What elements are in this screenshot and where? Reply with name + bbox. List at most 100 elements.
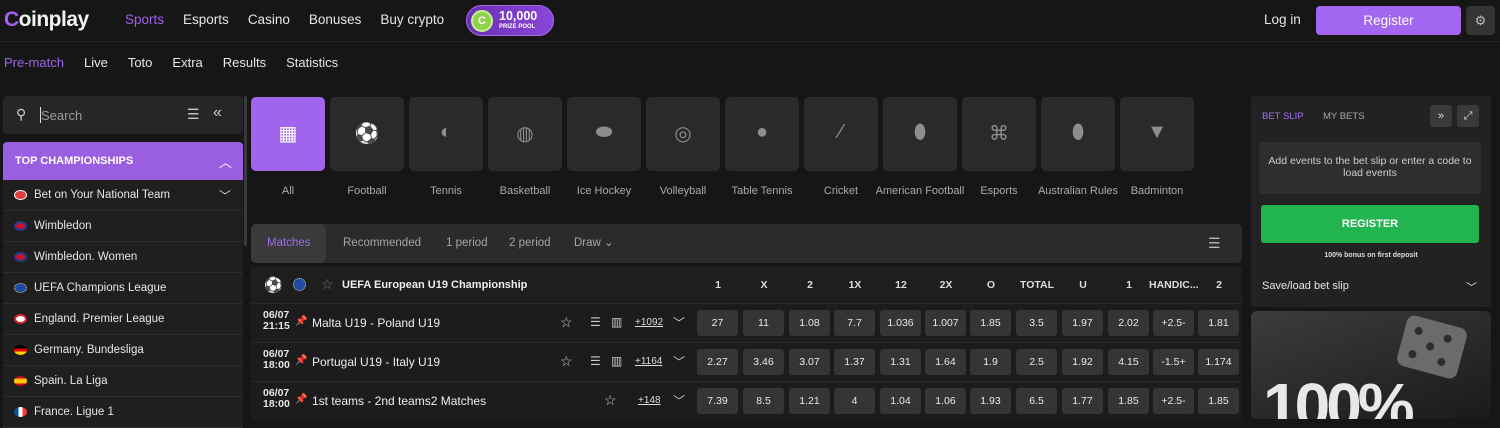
odd-button[interactable]: 7.39 xyxy=(697,388,738,414)
odd-button[interactable]: 11 xyxy=(743,310,784,336)
list-icon[interactable]: ☰ xyxy=(590,315,601,329)
chevron-down-icon[interactable]: ﹀ xyxy=(673,314,685,331)
odd-button[interactable]: 1.64 xyxy=(925,349,966,375)
odd-button[interactable]: 4 xyxy=(834,388,875,414)
tab-statistics[interactable]: Statistics xyxy=(286,55,338,70)
odd-button[interactable]: 3.46 xyxy=(743,349,784,375)
odd-button[interactable]: 2.5 xyxy=(1016,349,1057,375)
odd-button[interactable]: 1.85 xyxy=(970,310,1011,336)
chevron-down-icon[interactable]: ﹀ xyxy=(673,392,685,409)
collapse-icon[interactable]: « xyxy=(213,104,222,122)
odd-button[interactable]: 8.5 xyxy=(743,388,784,414)
stats-icon[interactable]: ▥ xyxy=(611,354,622,368)
odd-button[interactable]: 1.77 xyxy=(1062,388,1103,414)
odd-button[interactable]: 1.9 xyxy=(970,349,1011,375)
tab-extra[interactable]: Extra xyxy=(172,55,202,70)
sport-cricket[interactable]: ⁄ Cricket xyxy=(804,97,878,215)
login-link[interactable]: Log in xyxy=(1264,12,1301,27)
sport-australian-rules[interactable]: ⬮ Australian Rules xyxy=(1038,97,1118,215)
tab-live[interactable]: Live xyxy=(84,55,108,70)
odd-button[interactable]: 1.97 xyxy=(1062,310,1103,336)
tab-2-period[interactable]: 2 period xyxy=(509,224,551,263)
tab-draw[interactable]: Draw ⌄ xyxy=(574,224,614,263)
more-markets-link[interactable]: +1092 xyxy=(635,317,663,328)
championship-item[interactable]: France. Ligue 1 xyxy=(3,397,243,428)
sport-volleyball[interactable]: ◎ Volleyball xyxy=(646,97,720,215)
sport-ice-hockey[interactable]: ⬬ Ice Hockey xyxy=(567,97,641,215)
chevron-down-icon[interactable]: ﹀ xyxy=(219,187,231,204)
search-input[interactable]: Search xyxy=(41,108,82,123)
nav-sports[interactable]: Sports xyxy=(125,12,164,27)
more-markets-link[interactable]: +148 xyxy=(638,395,661,406)
match-teams[interactable]: 1st teams - 2nd teams2 Matches xyxy=(312,394,486,408)
chevron-down-icon[interactable]: ﹀ xyxy=(1466,279,1477,295)
register-button[interactable]: Register xyxy=(1316,6,1461,35)
sport-all[interactable]: ▦ All xyxy=(251,97,325,215)
championship-item[interactable]: Germany. Bundesliga xyxy=(3,335,243,366)
sport-table-tennis[interactable]: ● Table Tennis xyxy=(725,97,799,215)
odd-button[interactable]: 1.007 xyxy=(925,310,966,336)
sport-american-football[interactable]: ⬮ American Football xyxy=(876,97,964,215)
star-icon[interactable]: ☆ xyxy=(321,276,334,293)
odd-button[interactable]: 27 xyxy=(697,310,738,336)
search-box[interactable]: ⚲ Search ☰ « xyxy=(3,96,243,134)
odd-button[interactable]: -1.5+ xyxy=(1153,349,1194,375)
star-icon[interactable]: ☆ xyxy=(560,353,573,370)
fullscreen-icon[interactable]: ⤢ xyxy=(1457,105,1479,127)
odd-button[interactable]: 1.85 xyxy=(1108,388,1149,414)
odd-button[interactable]: 1.174 xyxy=(1198,349,1239,375)
odd-button[interactable]: 1.37 xyxy=(834,349,875,375)
top-championships-header[interactable]: TOP CHAMPIONSHIPS ︿ xyxy=(3,142,243,180)
odd-button[interactable]: 1.036 xyxy=(880,310,921,336)
odd-button[interactable]: 2.02 xyxy=(1108,310,1149,336)
star-icon[interactable]: ☆ xyxy=(604,392,617,409)
nav-casino[interactable]: Casino xyxy=(248,12,290,27)
promo-banner[interactable]: 100% xyxy=(1251,311,1491,419)
odd-button[interactable]: 3.5 xyxy=(1016,310,1057,336)
match-row[interactable]: 06/07 18:00 📌 1st teams - 2nd teams2 Matc… xyxy=(251,381,1242,420)
odd-button[interactable]: +2.5- xyxy=(1153,310,1194,336)
tab-results[interactable]: Results xyxy=(223,55,266,70)
championship-item[interactable]: England. Premier League xyxy=(3,304,243,335)
bet-slip-register-button[interactable]: REGISTER xyxy=(1261,205,1479,243)
save-load-bet-slip[interactable]: Save/load bet slip xyxy=(1262,280,1349,292)
odd-button[interactable]: 1.81 xyxy=(1198,310,1239,336)
tab-1-period[interactable]: 1 period xyxy=(446,224,488,263)
filter-icon[interactable]: ☰ xyxy=(187,106,200,123)
championship-item[interactable]: Wimbledon. Women xyxy=(3,242,243,273)
championship-item[interactable]: Wimbledon xyxy=(3,211,243,242)
match-teams[interactable]: Portugal U19 - Italy U19 xyxy=(312,355,440,369)
odd-button[interactable]: 3.07 xyxy=(789,349,830,375)
odd-button[interactable]: 1.21 xyxy=(789,388,830,414)
odd-button[interactable]: 1.85 xyxy=(1198,388,1239,414)
pin-icon[interactable]: 📌 xyxy=(295,316,307,327)
gear-icon[interactable]: ⚙ xyxy=(1466,6,1495,35)
championship-item[interactable]: Spain. La Liga xyxy=(3,366,243,397)
nav-bonuses[interactable]: Bonuses xyxy=(309,12,362,27)
pin-icon[interactable]: 📌 xyxy=(295,355,307,366)
odd-button[interactable]: 1.06 xyxy=(925,388,966,414)
match-row[interactable]: 06/07 21:15 📌 Malta U19 - Poland U19 ☆ ☰ … xyxy=(251,303,1242,342)
odd-button[interactable]: 7.7 xyxy=(834,310,875,336)
sport-tennis[interactable]: ◐ Tennis xyxy=(409,97,483,215)
logo[interactable]: Coinplay xyxy=(4,8,89,32)
odd-button[interactable]: 6.5 xyxy=(1016,388,1057,414)
odd-button[interactable]: 1.93 xyxy=(970,388,1011,414)
more-markets-link[interactable]: +1164 xyxy=(635,356,662,367)
odd-button[interactable]: 1.04 xyxy=(880,388,921,414)
odd-button[interactable]: 4.15 xyxy=(1108,349,1149,375)
nav-esports[interactable]: Esports xyxy=(183,12,229,27)
match-teams[interactable]: Malta U19 - Poland U19 xyxy=(312,316,440,330)
sport-football[interactable]: ⚽ Football xyxy=(330,97,404,215)
stats-icon[interactable]: ▥ xyxy=(611,315,622,329)
odd-button[interactable]: +2.5- xyxy=(1153,388,1194,414)
match-row[interactable]: 06/07 18:00 📌 Portugal U19 - Italy U19 ☆ … xyxy=(251,342,1242,381)
championship-item[interactable]: UEFA Champions League xyxy=(3,273,243,304)
tab-recommended[interactable]: Recommended xyxy=(343,224,421,263)
odd-button[interactable]: 1.31 xyxy=(880,349,921,375)
expand-right-icon[interactable]: » xyxy=(1430,105,1452,127)
tab-bet-slip[interactable]: BET SLIP xyxy=(1262,111,1304,122)
sport-badminton[interactable]: ▼ Badminton xyxy=(1120,97,1194,215)
odd-button[interactable]: 2.27 xyxy=(697,349,738,375)
championship-item[interactable]: Bet on Your National Team ﹀ xyxy=(3,180,243,211)
